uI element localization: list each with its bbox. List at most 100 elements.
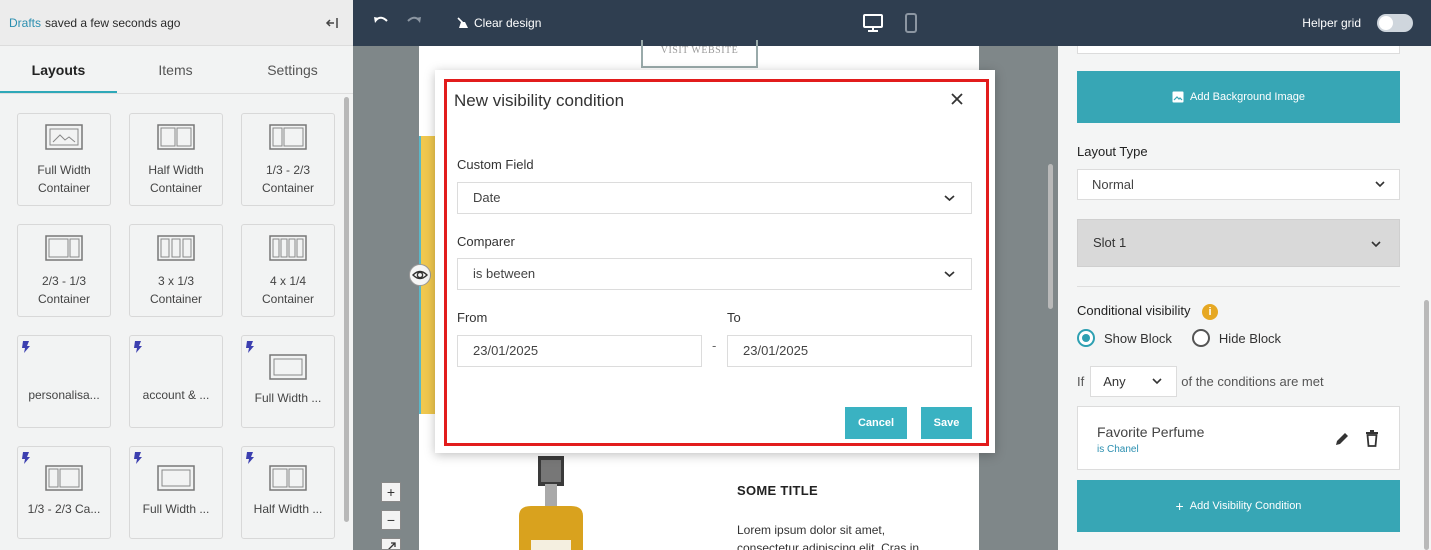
to-label: To <box>727 310 741 325</box>
layout-tile-full-width[interactable]: Full Width Container <box>17 113 111 206</box>
image-icon <box>1172 91 1184 103</box>
tile-label-line2: Container <box>149 292 203 306</box>
info-icon[interactable]: i <box>1202 303 1219 320</box>
mobile-view-icon[interactable] <box>904 0 918 46</box>
match-mode-value: Any <box>1103 374 1126 389</box>
one-third-two-thirds-layout-icon <box>45 465 83 491</box>
layout-tile-three-columns[interactable]: 3 x 1/3 Container <box>129 224 223 317</box>
tile-label-line1: 3 x 1/3 <box>157 274 195 288</box>
condition-match-row: If Any of the conditions are met <box>1077 366 1324 397</box>
drafts-link[interactable]: Drafts <box>9 16 41 30</box>
left-panel: Drafts saved a few seconds ago Layouts I… <box>0 0 353 550</box>
slot-label: Slot 1 <box>1093 235 1127 250</box>
tile-label-line2: Container <box>261 181 315 195</box>
undo-icon[interactable] <box>372 0 390 46</box>
half-width-layout-icon <box>269 465 307 491</box>
saved-block-tile[interactable]: account & ... <box>129 335 223 428</box>
tile-label: personalisa... <box>28 388 100 402</box>
conditional-visibility-label: Conditional visibility <box>1077 303 1191 318</box>
four-column-layout-icon <box>269 235 307 261</box>
collapse-panel-icon[interactable] <box>325 16 339 30</box>
layout-tile-half-width[interactable]: Half Width Container <box>129 113 223 206</box>
two-thirds-one-third-layout-icon <box>45 235 83 261</box>
content-body: Lorem ipsum dolor sit amet, consectetur … <box>737 521 957 550</box>
conditional-visibility-heading: Conditional visibility i <box>1077 303 1219 320</box>
clear-design-button[interactable]: Clear design <box>456 0 541 46</box>
visit-website-button[interactable]: VISIT WEBSITE <box>641 40 758 68</box>
add-visibility-condition-button[interactable]: + Add Visibility Condition <box>1077 480 1400 532</box>
fullscreen-button[interactable] <box>381 538 401 550</box>
saved-block-tile[interactable]: Full Width ... <box>241 335 335 428</box>
conditions-met-label: of the conditions are met <box>1181 374 1324 389</box>
custom-field-select[interactable]: Date <box>457 182 972 214</box>
tab-layouts[interactable]: Layouts <box>0 46 117 93</box>
condition-detail: is Chanel <box>1097 444 1139 455</box>
slot-accordion[interactable]: Slot 1 <box>1077 219 1400 267</box>
layout-type-label: Layout Type <box>1077 144 1148 159</box>
properties-scrollbar[interactable] <box>1424 300 1429 550</box>
match-mode-select[interactable]: Any <box>1090 366 1178 397</box>
zoom-in-button[interactable]: + <box>381 482 401 502</box>
helper-grid-toggle[interactable] <box>1377 14 1413 32</box>
close-icon[interactable] <box>950 92 964 106</box>
one-third-two-thirds-layout-icon <box>269 124 307 150</box>
condition-name: Favorite Perfume <box>1097 424 1205 440</box>
saved-block-tile[interactable]: personalisa... <box>17 335 111 428</box>
tab-settings[interactable]: Settings <box>234 46 351 93</box>
tile-label-line2: Container <box>37 181 91 195</box>
helper-grid-label: Helper grid <box>1302 16 1361 30</box>
saved-block-tile[interactable]: 1/3 - 2/3 Ca... <box>17 446 111 539</box>
body-line: consectetur adipiscing elit. Cras in <box>737 541 920 550</box>
saved-block-tile[interactable]: Full Width ... <box>129 446 223 539</box>
layout-type-select[interactable]: Normal <box>1077 169 1400 200</box>
add-background-image-button[interactable]: Add Background Image <box>1077 71 1400 123</box>
plus-icon: + <box>1175 498 1184 514</box>
from-label: From <box>457 310 488 325</box>
zoom-out-button[interactable]: − <box>381 510 401 530</box>
bolt-icon <box>22 452 30 464</box>
hide-block-radio[interactable] <box>1191 329 1210 347</box>
chevron-down-icon <box>944 271 955 278</box>
field-box-remnant <box>1077 46 1400 54</box>
show-block-radio[interactable] <box>1077 329 1095 347</box>
show-block-label[interactable]: Show Block <box>1104 331 1172 346</box>
perfume-bottle-image <box>519 456 583 550</box>
bolt-icon <box>134 341 142 353</box>
tile-label-line2: Container <box>261 292 315 306</box>
comparer-value: is between <box>473 266 536 281</box>
clear-design-label: Clear design <box>474 16 542 30</box>
layout-tile-two-thirds-one-third[interactable]: 2/3 - 1/3 Container <box>17 224 111 317</box>
layout-tile-four-columns[interactable]: 4 x 1/4 Container <box>241 224 335 317</box>
draft-status-bar: Drafts saved a few seconds ago <box>0 0 353 46</box>
divider <box>1077 286 1400 287</box>
full-width-layout-icon <box>157 465 195 491</box>
comparer-select[interactable]: is between <box>457 258 972 290</box>
delete-trash-icon[interactable] <box>1365 430 1379 447</box>
cancel-button[interactable]: Cancel <box>845 407 907 439</box>
full-width-layout-icon <box>269 354 307 380</box>
chevron-down-icon <box>1375 181 1385 188</box>
visibility-mode-radios: Show Block Hide Block <box>1077 329 1281 347</box>
date-range-separator: - <box>712 338 717 353</box>
chevron-down-icon <box>944 195 955 202</box>
tab-items[interactable]: Items <box>117 46 234 93</box>
save-button[interactable]: Save <box>921 407 972 439</box>
layout-tile-one-third-two-thirds[interactable]: 1/3 - 2/3 Container <box>241 113 335 206</box>
canvas-scrollbar[interactable] <box>1048 164 1053 309</box>
tile-label-line2: Container <box>37 292 91 306</box>
tile-label-line2: Container <box>149 181 203 195</box>
saved-block-tile[interactable]: Half Width ... <box>241 446 335 539</box>
redo-icon[interactable] <box>405 0 423 46</box>
chevron-down-icon <box>1152 378 1162 385</box>
visibility-eye-button[interactable] <box>409 264 431 286</box>
full-width-layout-icon <box>45 124 83 150</box>
edit-pencil-icon[interactable] <box>1334 431 1350 447</box>
hide-block-label[interactable]: Hide Block <box>1219 331 1281 346</box>
tile-label: Full Width ... <box>254 391 322 405</box>
expand-icon <box>388 542 396 549</box>
desktop-view-icon[interactable] <box>863 0 883 46</box>
left-panel-scrollbar[interactable] <box>344 97 349 522</box>
to-date-input[interactable]: 23/01/2025 <box>727 335 972 367</box>
from-date-input[interactable]: 23/01/2025 <box>457 335 702 367</box>
saved-status-text: saved a few seconds ago <box>45 15 181 30</box>
